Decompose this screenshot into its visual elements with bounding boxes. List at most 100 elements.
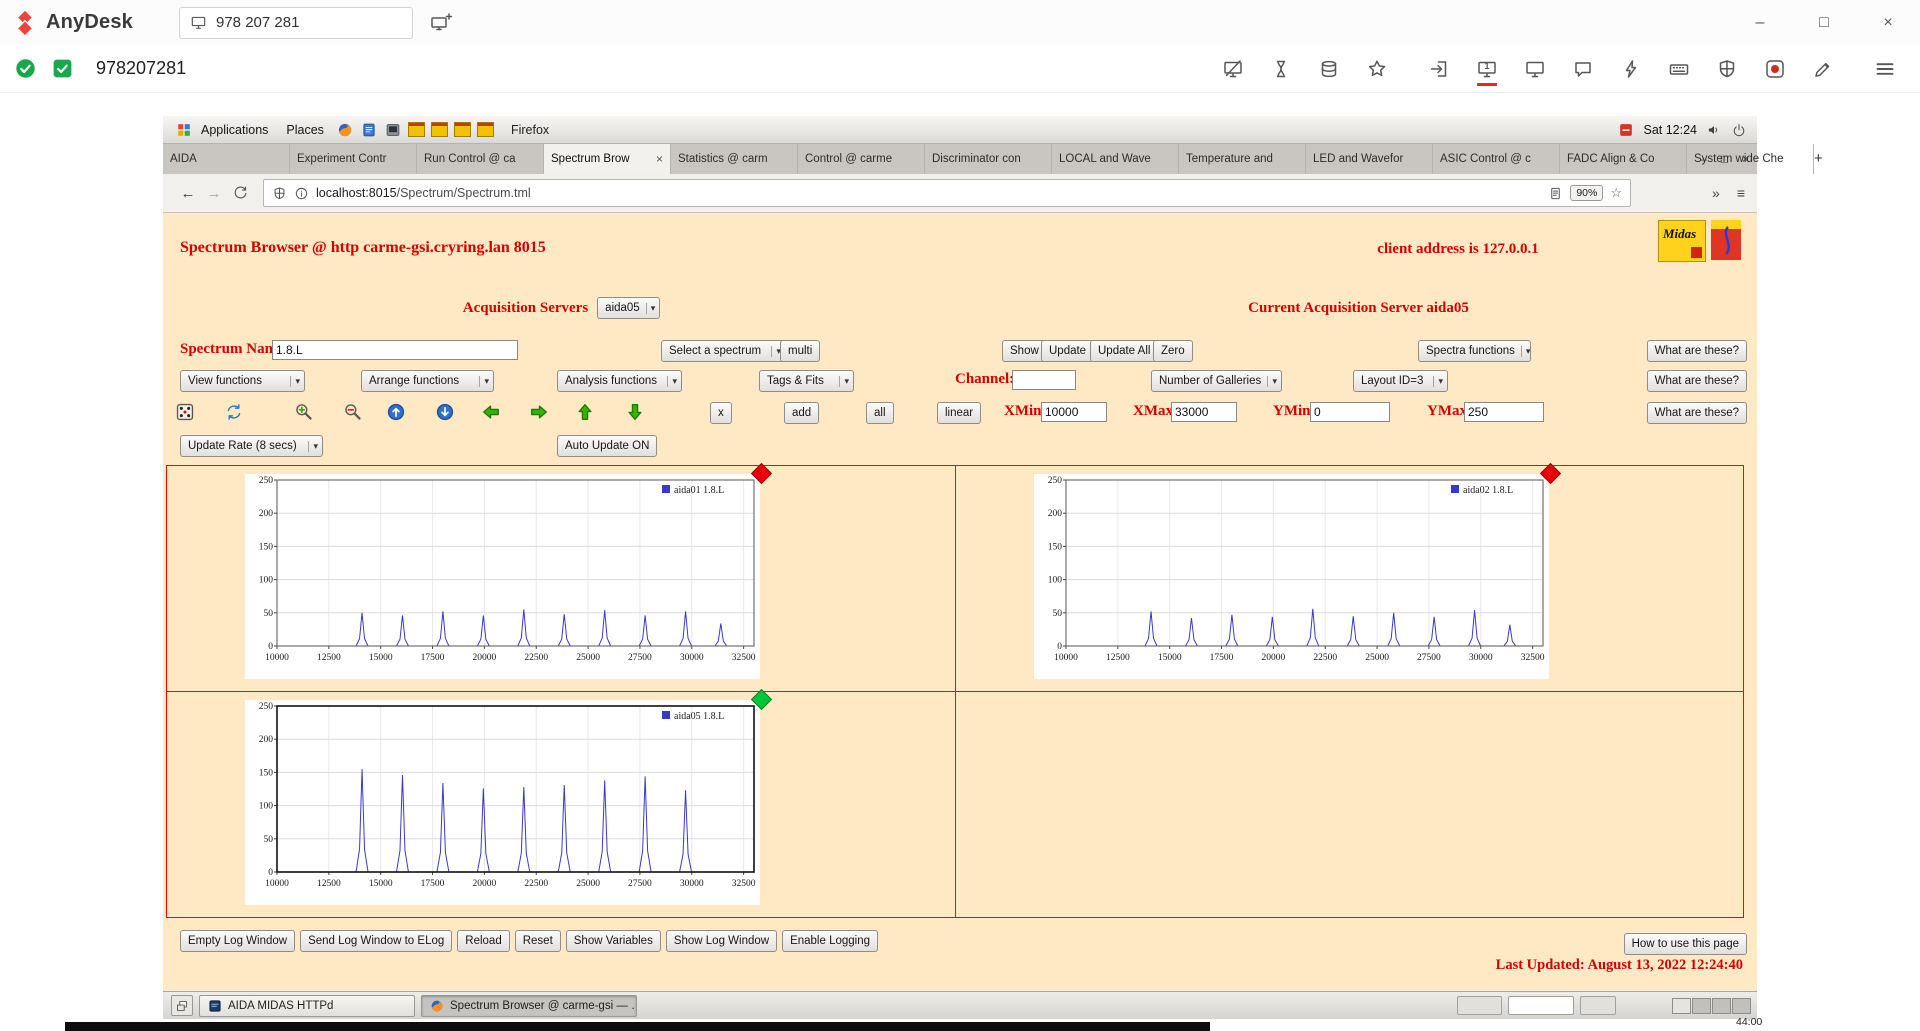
what-are-these-button[interactable]: What are these? bbox=[1647, 340, 1747, 362]
hamburger-menu-icon[interactable]: ≡ bbox=[1737, 185, 1745, 201]
spectrum-name-input[interactable] bbox=[272, 340, 518, 360]
applications-menu[interactable]: Applications bbox=[163, 116, 277, 143]
enable-logging-button[interactable]: Enable Logging bbox=[782, 930, 878, 952]
terminal-launcher-icon[interactable] bbox=[385, 122, 401, 138]
editor-launcher-icon[interactable] bbox=[361, 122, 377, 138]
tab-experiment-contr[interactable]: Experiment Contr bbox=[290, 144, 417, 174]
new-session-tab-button[interactable] bbox=[429, 12, 453, 34]
auto-update-button[interactable]: Auto Update ON bbox=[557, 435, 657, 457]
minimize-button[interactable]: – bbox=[1728, 0, 1792, 45]
hourglass-icon[interactable] bbox=[1270, 58, 1292, 80]
show-log-window-button[interactable]: Show Log Window bbox=[666, 930, 777, 952]
site-info-icon[interactable] bbox=[294, 186, 309, 201]
record-session-icon[interactable] bbox=[1764, 58, 1786, 80]
linear-button[interactable]: linear bbox=[937, 402, 981, 424]
notification-icon[interactable] bbox=[1618, 122, 1634, 138]
file-transfer-icon[interactable] bbox=[1318, 58, 1340, 80]
monitor-2-icon[interactable] bbox=[1524, 58, 1546, 80]
add-button[interactable]: add bbox=[784, 402, 819, 424]
workspace-switcher[interactable] bbox=[1672, 998, 1751, 1014]
what-are-these-button[interactable]: What are these? bbox=[1647, 402, 1747, 424]
bookmark-star-icon[interactable]: ☆ bbox=[1610, 185, 1622, 201]
forward-button[interactable]: → bbox=[201, 185, 227, 202]
tab-statistics-carm[interactable]: Statistics @ carm bbox=[671, 144, 798, 174]
update-button[interactable]: Update bbox=[1041, 340, 1094, 362]
xmin-input[interactable] bbox=[1041, 402, 1107, 422]
workspace-1[interactable] bbox=[1672, 998, 1691, 1014]
tray-applet[interactable] bbox=[1457, 996, 1502, 1015]
tab-fadc-align-co[interactable]: FADC Align & Co bbox=[1560, 144, 1687, 174]
taskbar-window-httpd[interactable]: AIDA MIDAS HTTPd bbox=[199, 995, 415, 1017]
select-spectrum-dropdown[interactable]: Select a spectrum▾ bbox=[661, 340, 786, 362]
permissions-icon[interactable] bbox=[1716, 58, 1738, 80]
galleries-dropdown[interactable]: Number of Galleries▾ bbox=[1151, 370, 1282, 392]
menu-icon[interactable] bbox=[1874, 58, 1896, 80]
zoom-out-icon[interactable] bbox=[343, 402, 363, 422]
show-variables-button[interactable]: Show Variables bbox=[566, 930, 661, 952]
update-rate-dropdown[interactable]: Update Rate (8 secs)▾ bbox=[180, 435, 323, 457]
workspace-3[interactable] bbox=[1712, 998, 1731, 1014]
all-button[interactable]: all bbox=[866, 402, 894, 424]
tab-led-and-wavefor[interactable]: LED and Wavefor bbox=[1306, 144, 1433, 174]
channel-input[interactable] bbox=[1012, 370, 1076, 390]
spectra-functions-dropdown[interactable]: Spectra functions▾ bbox=[1418, 340, 1531, 362]
maximize-button[interactable]: □ bbox=[1721, 152, 1728, 166]
favorites-icon[interactable] bbox=[1366, 58, 1388, 80]
tab-close-icon[interactable]: × bbox=[656, 152, 663, 166]
ymax-input[interactable] bbox=[1464, 402, 1544, 422]
reset-button[interactable]: Reset bbox=[515, 930, 561, 952]
panel-app-icon[interactable] bbox=[454, 122, 471, 137]
taskbar-window-spectrum[interactable]: Spectrum Browser @ carme-gsi — … bbox=[421, 995, 637, 1017]
panel-app-icon[interactable] bbox=[431, 122, 448, 137]
tab-run-control-ca[interactable]: Run Control @ ca bbox=[417, 144, 544, 174]
how-to-use-button[interactable]: How to use this page bbox=[1624, 933, 1747, 955]
zoom-in-icon[interactable] bbox=[294, 402, 314, 422]
reload-button[interactable]: Reload bbox=[457, 930, 509, 952]
firefox-launcher-icon[interactable] bbox=[337, 122, 353, 138]
panel-app-icon[interactable] bbox=[408, 122, 425, 137]
update-all-button[interactable]: Update All bbox=[1090, 340, 1158, 362]
close-button[interactable]: × bbox=[1856, 0, 1920, 45]
session-address-tab[interactable]: 978 207 281 bbox=[179, 7, 413, 39]
tab-control-carme[interactable]: Control @ carme bbox=[798, 144, 925, 174]
maximize-button[interactable]: □ bbox=[1792, 0, 1856, 45]
x-button[interactable]: x bbox=[710, 402, 732, 424]
power-icon[interactable] bbox=[1731, 122, 1747, 138]
privacy-screen-icon[interactable] bbox=[1222, 58, 1244, 80]
new-tab-button[interactable]: + bbox=[1814, 144, 1823, 174]
monitor-1-icon[interactable]: 1 bbox=[1476, 58, 1498, 80]
tab-asic-control-c[interactable]: ASIC Control @ c bbox=[1433, 144, 1560, 174]
reload-button[interactable] bbox=[232, 185, 249, 202]
multi-button[interactable]: multi bbox=[780, 340, 820, 362]
back-button[interactable]: ← bbox=[175, 185, 201, 202]
acquisition-server-select[interactable]: aida05▾ bbox=[597, 297, 660, 319]
url-text[interactable]: localhost:8015/Spectrum/Spectrum.tml bbox=[316, 186, 1541, 200]
tab-aida[interactable]: AIDA bbox=[163, 144, 290, 174]
active-window-name[interactable]: Firefox bbox=[511, 123, 549, 137]
url-bar[interactable]: localhost:8015/Spectrum/Spectrum.tml 90%… bbox=[263, 179, 1631, 207]
tray-applet[interactable] bbox=[1508, 996, 1574, 1015]
panel-app-icon[interactable] bbox=[477, 122, 494, 137]
arrow-up-icon[interactable] bbox=[575, 402, 595, 422]
dice-icon[interactable] bbox=[175, 402, 195, 422]
ymin-input[interactable] bbox=[1310, 402, 1390, 422]
zero-button[interactable]: Zero bbox=[1153, 340, 1193, 362]
keyboard-icon[interactable] bbox=[1668, 58, 1690, 80]
arrow-down-icon[interactable] bbox=[625, 402, 645, 422]
overflow-menu-icon[interactable]: » bbox=[1712, 185, 1720, 201]
close-button[interactable]: × bbox=[1742, 152, 1749, 166]
whiteboard-icon[interactable] bbox=[1812, 58, 1834, 80]
new-connection-icon[interactable] bbox=[1428, 58, 1450, 80]
tags-fits-dropdown[interactable]: Tags & Fits▾ bbox=[759, 370, 854, 392]
refresh-icon[interactable] bbox=[224, 402, 244, 422]
workspace-4[interactable] bbox=[1732, 998, 1751, 1014]
what-are-these-button[interactable]: What are these? bbox=[1647, 370, 1747, 392]
arrow-left-icon[interactable] bbox=[481, 402, 501, 422]
analysis-functions-dropdown[interactable]: Analysis functions▾ bbox=[557, 370, 682, 392]
empty-log-window-button[interactable]: Empty Log Window bbox=[180, 930, 295, 952]
volume-icon[interactable] bbox=[1706, 122, 1722, 138]
view-functions-dropdown[interactable]: View functions▾ bbox=[180, 370, 305, 392]
tracking-shield-icon[interactable] bbox=[272, 186, 287, 201]
reader-mode-icon[interactable] bbox=[1548, 186, 1563, 201]
arrow-right-icon[interactable] bbox=[529, 402, 549, 422]
